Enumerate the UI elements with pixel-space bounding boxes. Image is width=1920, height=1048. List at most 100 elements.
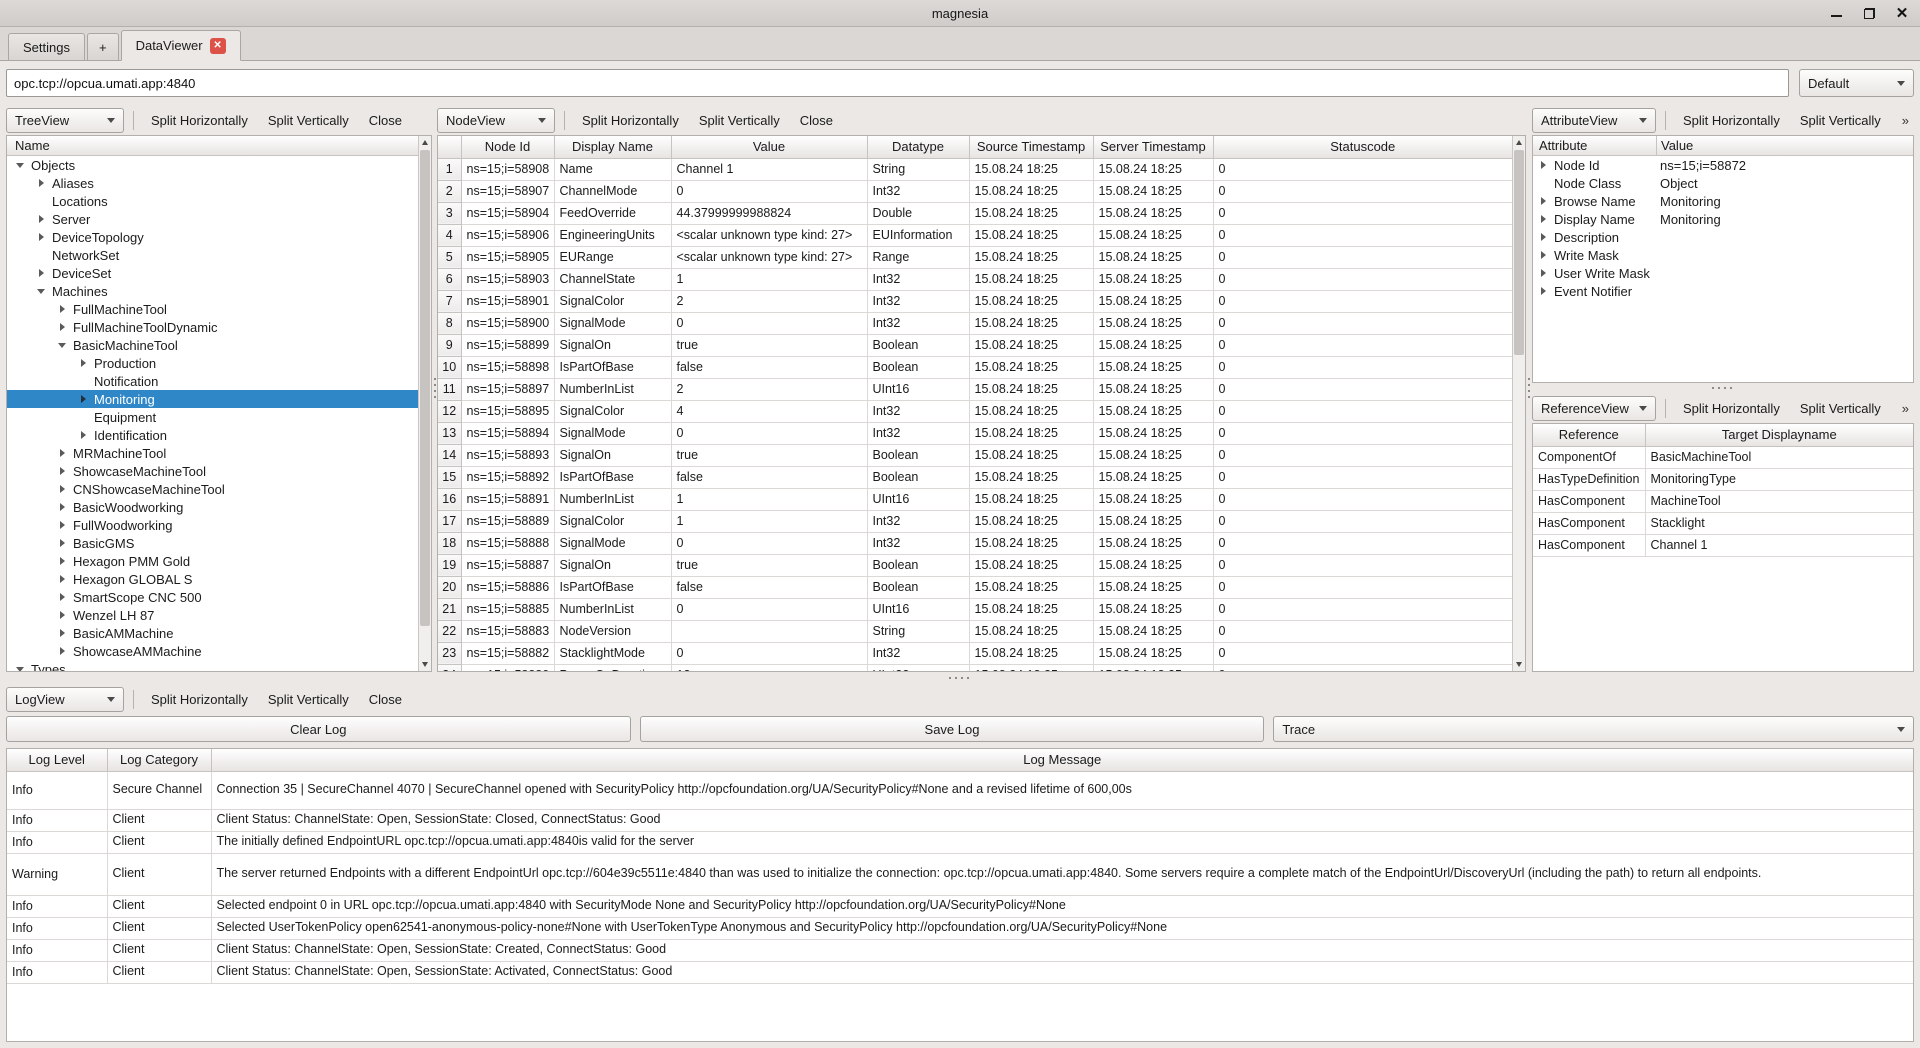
expand-arrow-icon[interactable] bbox=[34, 179, 48, 187]
node-table-row[interactable]: 24ns=15;i=58880PowerOnDuration12UInt3215… bbox=[438, 664, 1512, 671]
expand-arrow-icon[interactable] bbox=[34, 289, 48, 294]
expand-arrow-icon[interactable] bbox=[55, 343, 69, 348]
split-vertically-button[interactable]: Split Vertically bbox=[689, 113, 790, 128]
display-name-column-header[interactable]: Display Name bbox=[554, 136, 671, 158]
close-button[interactable]: ✕ bbox=[1894, 5, 1910, 21]
tree-item-aliases[interactable]: Aliases bbox=[7, 174, 418, 192]
split-horizontally-button[interactable]: Split Horizontally bbox=[1673, 113, 1790, 128]
view-selector-dropdown[interactable]: LogView bbox=[6, 687, 124, 712]
profile-dropdown[interactable]: Default bbox=[1799, 69, 1914, 97]
node-table-row[interactable]: 7ns=15;i=58901SignalColor2Int3215.08.24 … bbox=[438, 290, 1512, 312]
expand-arrow-icon[interactable] bbox=[1536, 161, 1550, 169]
node-table-row[interactable]: 9ns=15;i=58899SignalOntrueBoolean15.08.2… bbox=[438, 334, 1512, 356]
view-selector-dropdown[interactable]: ReferenceView bbox=[1532, 396, 1656, 421]
node-table-row[interactable]: 21ns=15;i=58885NumberInList0UInt1615.08.… bbox=[438, 598, 1512, 620]
expand-arrow-icon[interactable] bbox=[55, 629, 69, 637]
expand-arrow-icon[interactable] bbox=[1536, 251, 1550, 259]
view-selector-dropdown[interactable]: TreeView bbox=[6, 108, 124, 133]
restore-button[interactable] bbox=[1861, 5, 1877, 21]
expand-arrow-icon[interactable] bbox=[55, 449, 69, 457]
node-table-row[interactable]: 19ns=15;i=58887SignalOntrueBoolean15.08.… bbox=[438, 554, 1512, 576]
split-vertically-button[interactable]: Split Vertically bbox=[258, 692, 359, 707]
minimize-button[interactable] bbox=[1828, 5, 1844, 21]
reference-table-row[interactable]: HasComponentMachineTool bbox=[1533, 490, 1913, 512]
tab-dataviewer[interactable]: DataViewer ✕ bbox=[121, 30, 241, 61]
node-table-row[interactable]: 4ns=15;i=58906EngineeringUnits<scalar un… bbox=[438, 224, 1512, 246]
expand-arrow-icon[interactable] bbox=[55, 503, 69, 511]
datatype-column-header[interactable]: Datatype bbox=[867, 136, 969, 158]
reference-table-row[interactable]: HasTypeDefinitionMonitoringType bbox=[1533, 468, 1913, 490]
attribute-column-header[interactable]: Attribute bbox=[1533, 136, 1657, 155]
reference-column-header[interactable]: Reference bbox=[1533, 424, 1645, 446]
value-column-header[interactable]: Value bbox=[671, 136, 867, 158]
attribute-row-user-write-mask[interactable]: User Write Mask bbox=[1533, 264, 1913, 282]
expand-arrow-icon[interactable] bbox=[1536, 215, 1550, 223]
log-table-row[interactable]: InfoClientSelected endpoint 0 in URL opc… bbox=[7, 895, 1913, 917]
tree-item-fullmachinetooldynamic[interactable]: FullMachineToolDynamic bbox=[7, 318, 418, 336]
node-table-row[interactable]: 15ns=15;i=58892IsPartOfBasefalseBoolean1… bbox=[438, 466, 1512, 488]
tree-item-server[interactable]: Server bbox=[7, 210, 418, 228]
expand-arrow-icon[interactable] bbox=[55, 539, 69, 547]
node-table-row[interactable]: 5ns=15;i=58905EURange<scalar unknown typ… bbox=[438, 246, 1512, 268]
splitter-handle[interactable] bbox=[6, 672, 1914, 684]
source-timestamp-column-header[interactable]: Source Timestamp bbox=[969, 136, 1093, 158]
expand-arrow-icon[interactable] bbox=[1536, 287, 1550, 295]
log-table-row[interactable]: InfoClientClient Status: ChannelState: O… bbox=[7, 809, 1913, 831]
node-table-row[interactable]: 16ns=15;i=58891NumberInList1UInt1615.08.… bbox=[438, 488, 1512, 510]
node-table-row[interactable]: 2ns=15;i=58907ChannelMode0Int3215.08.24 … bbox=[438, 180, 1512, 202]
tree-item-networkset[interactable]: NetworkSet bbox=[7, 246, 418, 264]
view-selector-dropdown[interactable]: AttributeView bbox=[1532, 108, 1656, 133]
node-table-row[interactable]: 17ns=15;i=58889SignalColor1Int3215.08.24… bbox=[438, 510, 1512, 532]
tree-item-equipment[interactable]: Equipment bbox=[7, 408, 418, 426]
tree-item-notification[interactable]: Notification bbox=[7, 372, 418, 390]
expand-arrow-icon[interactable] bbox=[55, 305, 69, 313]
expand-arrow-icon[interactable] bbox=[55, 323, 69, 331]
toolbar-overflow-button[interactable]: » bbox=[1896, 113, 1914, 128]
clear-log-button[interactable]: Clear Log bbox=[6, 716, 631, 742]
tree-item-deviceset[interactable]: DeviceSet bbox=[7, 264, 418, 282]
server-url-input[interactable] bbox=[6, 69, 1789, 97]
split-horizontally-button[interactable]: Split Horizontally bbox=[572, 113, 689, 128]
tree-item-basicgms[interactable]: BasicGMS bbox=[7, 534, 418, 552]
expand-arrow-icon[interactable] bbox=[55, 557, 69, 565]
tree-item-devicetopology[interactable]: DeviceTopology bbox=[7, 228, 418, 246]
node-table-row[interactable]: 20ns=15;i=58886IsPartOfBasefalseBoolean1… bbox=[438, 576, 1512, 598]
log-table-row[interactable]: InfoClientClient Status: ChannelState: O… bbox=[7, 939, 1913, 961]
close-button[interactable]: Close bbox=[359, 692, 412, 707]
tree-item-objects[interactable]: Objects bbox=[7, 156, 418, 174]
attribute-row-node-class[interactable]: Node ClassObject bbox=[1533, 174, 1913, 192]
log-category-column-header[interactable]: Log Category bbox=[107, 749, 211, 771]
node-scrollbar[interactable] bbox=[1512, 136, 1525, 671]
attribute-row-description[interactable]: Description bbox=[1533, 228, 1913, 246]
tab-settings[interactable]: Settings bbox=[8, 33, 85, 60]
save-log-button[interactable]: Save Log bbox=[640, 716, 1265, 742]
reference-table-row[interactable]: HasComponentChannel 1 bbox=[1533, 534, 1913, 556]
scrollbar-handle[interactable] bbox=[420, 150, 430, 626]
log-table-row[interactable]: InfoSecure ChannelConnection 35 | Secure… bbox=[7, 771, 1913, 809]
split-vertically-button[interactable]: Split Vertically bbox=[258, 113, 359, 128]
tree-item-showcaseammachine[interactable]: ShowcaseAMMachine bbox=[7, 642, 418, 660]
node-table-row[interactable]: 8ns=15;i=58900SignalMode0Int3215.08.24 1… bbox=[438, 312, 1512, 334]
value-column-header[interactable]: Value bbox=[1657, 136, 1913, 155]
node-table-row[interactable]: 3ns=15;i=58904FeedOverride44.37999999988… bbox=[438, 202, 1512, 224]
split-horizontally-button[interactable]: Split Horizontally bbox=[141, 113, 258, 128]
log-table-row[interactable]: InfoClientClient Status: ChannelState: O… bbox=[7, 961, 1913, 983]
log-table-row[interactable]: InfoClientThe initially defined Endpoint… bbox=[7, 831, 1913, 853]
tree-item-wenzel-lh-87[interactable]: Wenzel LH 87 bbox=[7, 606, 418, 624]
node-table-row[interactable]: 23ns=15;i=58882StacklightMode0Int3215.08… bbox=[438, 642, 1512, 664]
tree-item-cnshowcasemachinetool[interactable]: CNShowcaseMachineTool bbox=[7, 480, 418, 498]
expand-arrow-icon[interactable] bbox=[76, 395, 90, 403]
expand-arrow-icon[interactable] bbox=[34, 233, 48, 241]
node-table-row[interactable]: 14ns=15;i=58893SignalOntrueBoolean15.08.… bbox=[438, 444, 1512, 466]
attribute-row-display-name[interactable]: Display NameMonitoring bbox=[1533, 210, 1913, 228]
tree-item-basicmachinetool[interactable]: BasicMachineTool bbox=[7, 336, 418, 354]
tree-item-hexagon-pmm-gold[interactable]: Hexagon PMM Gold bbox=[7, 552, 418, 570]
attribute-row-event-notifier[interactable]: Event Notifier bbox=[1533, 282, 1913, 300]
attribute-row-write-mask[interactable]: Write Mask bbox=[1533, 246, 1913, 264]
tree-item-mrmachinetool[interactable]: MRMachineTool bbox=[7, 444, 418, 462]
tree-item-locations[interactable]: Locations bbox=[7, 192, 418, 210]
tree-column-header[interactable]: Name bbox=[7, 136, 431, 156]
scroll-down-button[interactable] bbox=[1513, 658, 1525, 671]
expand-arrow-icon[interactable] bbox=[55, 647, 69, 655]
tree-item-showcasemachinetool[interactable]: ShowcaseMachineTool bbox=[7, 462, 418, 480]
